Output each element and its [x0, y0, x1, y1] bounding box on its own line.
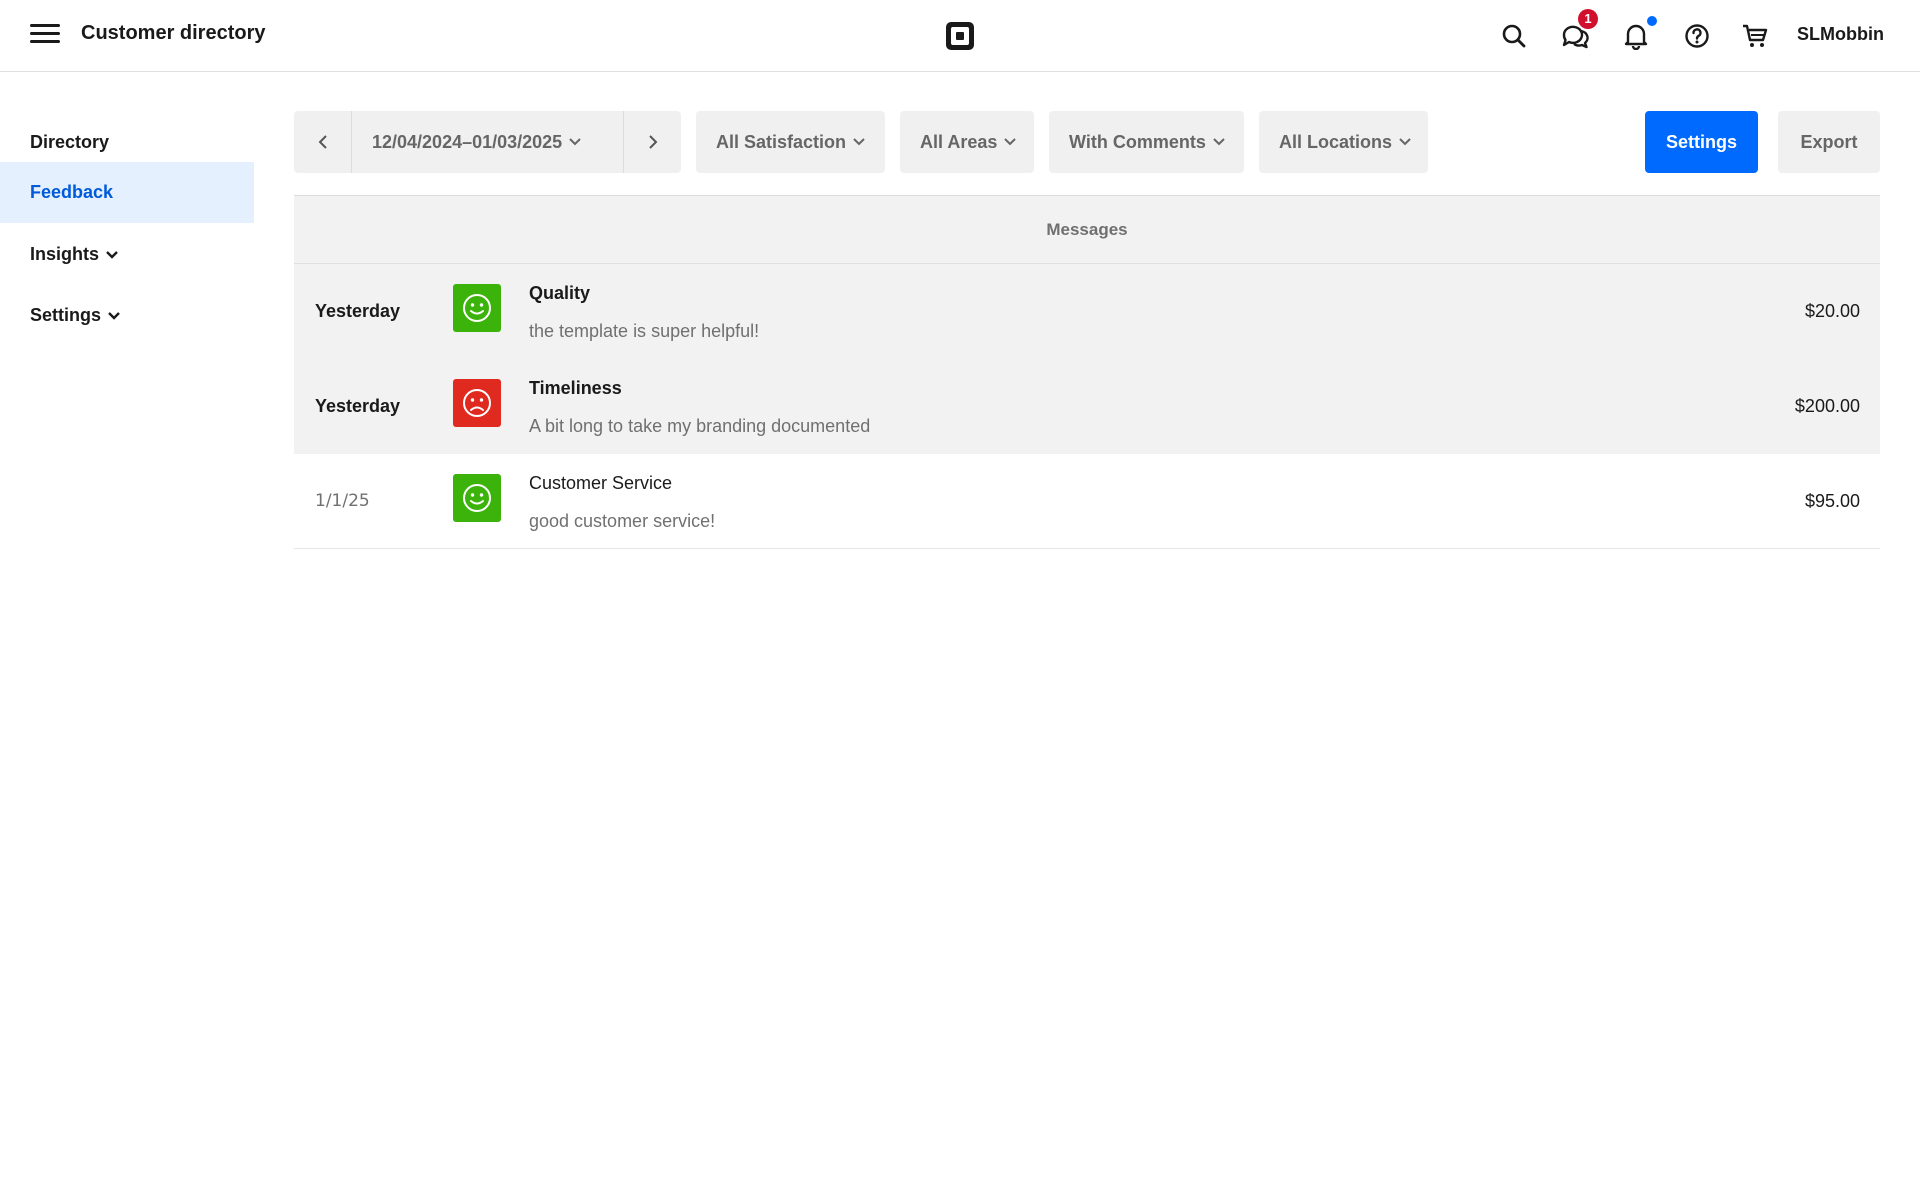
- chevron-down-icon: [108, 311, 120, 320]
- chevron-down-icon: [1213, 138, 1225, 146]
- messages-column-header: Messages: [1046, 219, 1128, 239]
- date-range-picker: 12/04/2024–01/03/2025: [294, 111, 681, 173]
- bell-icon[interactable]: [1620, 20, 1652, 52]
- notification-dot: [1647, 16, 1657, 26]
- sidebar-item-settings[interactable]: Settings: [0, 285, 254, 346]
- row-date: 1/1/25: [315, 491, 370, 511]
- chevron-down-icon: [1399, 138, 1411, 146]
- row-message: A bit long to take my branding documente…: [529, 416, 871, 436]
- date-range-label: 12/04/2024–01/03/2025: [372, 131, 563, 152]
- table-header: Messages: [294, 195, 1880, 264]
- chevron-down-icon: [1004, 138, 1017, 146]
- chevron-down-icon: [853, 138, 865, 146]
- previous-range-button[interactable]: [294, 111, 351, 173]
- row-message: the template is super helpful!: [529, 321, 760, 341]
- locations-filter[interactable]: All Locations: [1259, 111, 1428, 173]
- chevron-down-icon: [106, 250, 118, 259]
- next-range-button[interactable]: [624, 111, 681, 173]
- comments-filter-label: With Comments: [1069, 131, 1206, 152]
- sidebar-item-label: Feedback: [30, 182, 114, 202]
- row-date: Yesterday: [315, 396, 401, 416]
- table-row[interactable]: Yesterday Timeliness A bit long to take …: [294, 359, 1880, 454]
- satisfaction-filter[interactable]: All Satisfaction: [696, 111, 885, 173]
- areas-filter[interactable]: All Areas: [900, 111, 1034, 173]
- settings-button[interactable]: Settings: [1645, 111, 1758, 173]
- smiley-face-icon: [453, 474, 501, 522]
- chevron-down-icon: [569, 138, 581, 146]
- row-category: Timeliness: [529, 378, 622, 398]
- username[interactable]: SLMobbin: [1797, 24, 1884, 45]
- row-amount: $95.00: [1804, 491, 1860, 511]
- locations-filter-label: All Locations: [1279, 131, 1393, 152]
- sidebar-item-insights[interactable]: Insights: [0, 224, 254, 285]
- date-range-dropdown[interactable]: 12/04/2024–01/03/2025: [351, 111, 624, 173]
- table-row[interactable]: 1/1/25 Customer Service good customer se…: [294, 454, 1880, 549]
- row-category: Quality: [529, 283, 591, 303]
- help-icon[interactable]: [1681, 20, 1713, 52]
- row-category: Customer Service: [529, 473, 673, 493]
- sidebar-item-feedback[interactable]: Feedback: [0, 162, 254, 223]
- cart-icon[interactable]: [1739, 20, 1771, 52]
- sidebar-item-label: Insights: [30, 244, 100, 264]
- sidebar-item-label: Directory: [30, 132, 110, 152]
- row-message: good customer service!: [529, 511, 716, 531]
- chevron-right-icon: [648, 135, 657, 149]
- square-logo[interactable]: [944, 20, 976, 52]
- comments-filter[interactable]: With Comments: [1049, 111, 1244, 173]
- smiley-face-icon: [453, 284, 501, 332]
- row-amount: $20.00: [1804, 301, 1860, 321]
- satisfaction-filter-label: All Satisfaction: [716, 131, 847, 152]
- menu-icon[interactable]: [30, 24, 60, 48]
- sidebar-item-label: Settings: [30, 305, 102, 325]
- chevron-left-icon: [318, 135, 327, 149]
- search-icon[interactable]: [1498, 20, 1530, 52]
- export-button[interactable]: Export: [1778, 111, 1880, 173]
- row-date: Yesterday: [315, 301, 401, 321]
- table-row[interactable]: Yesterday Quality the template is super …: [294, 264, 1880, 359]
- page-title: Customer directory: [81, 22, 266, 44]
- frown-face-icon: [453, 379, 501, 427]
- areas-filter-label: All Areas: [920, 131, 998, 152]
- row-amount: $200.00: [1794, 396, 1860, 416]
- feedback-table: Messages Yesterday Quality the template …: [294, 195, 1880, 549]
- messages-badge: 1: [1578, 9, 1598, 29]
- top-bar: Customer directory 1 SLMobbin: [0, 0, 1920, 72]
